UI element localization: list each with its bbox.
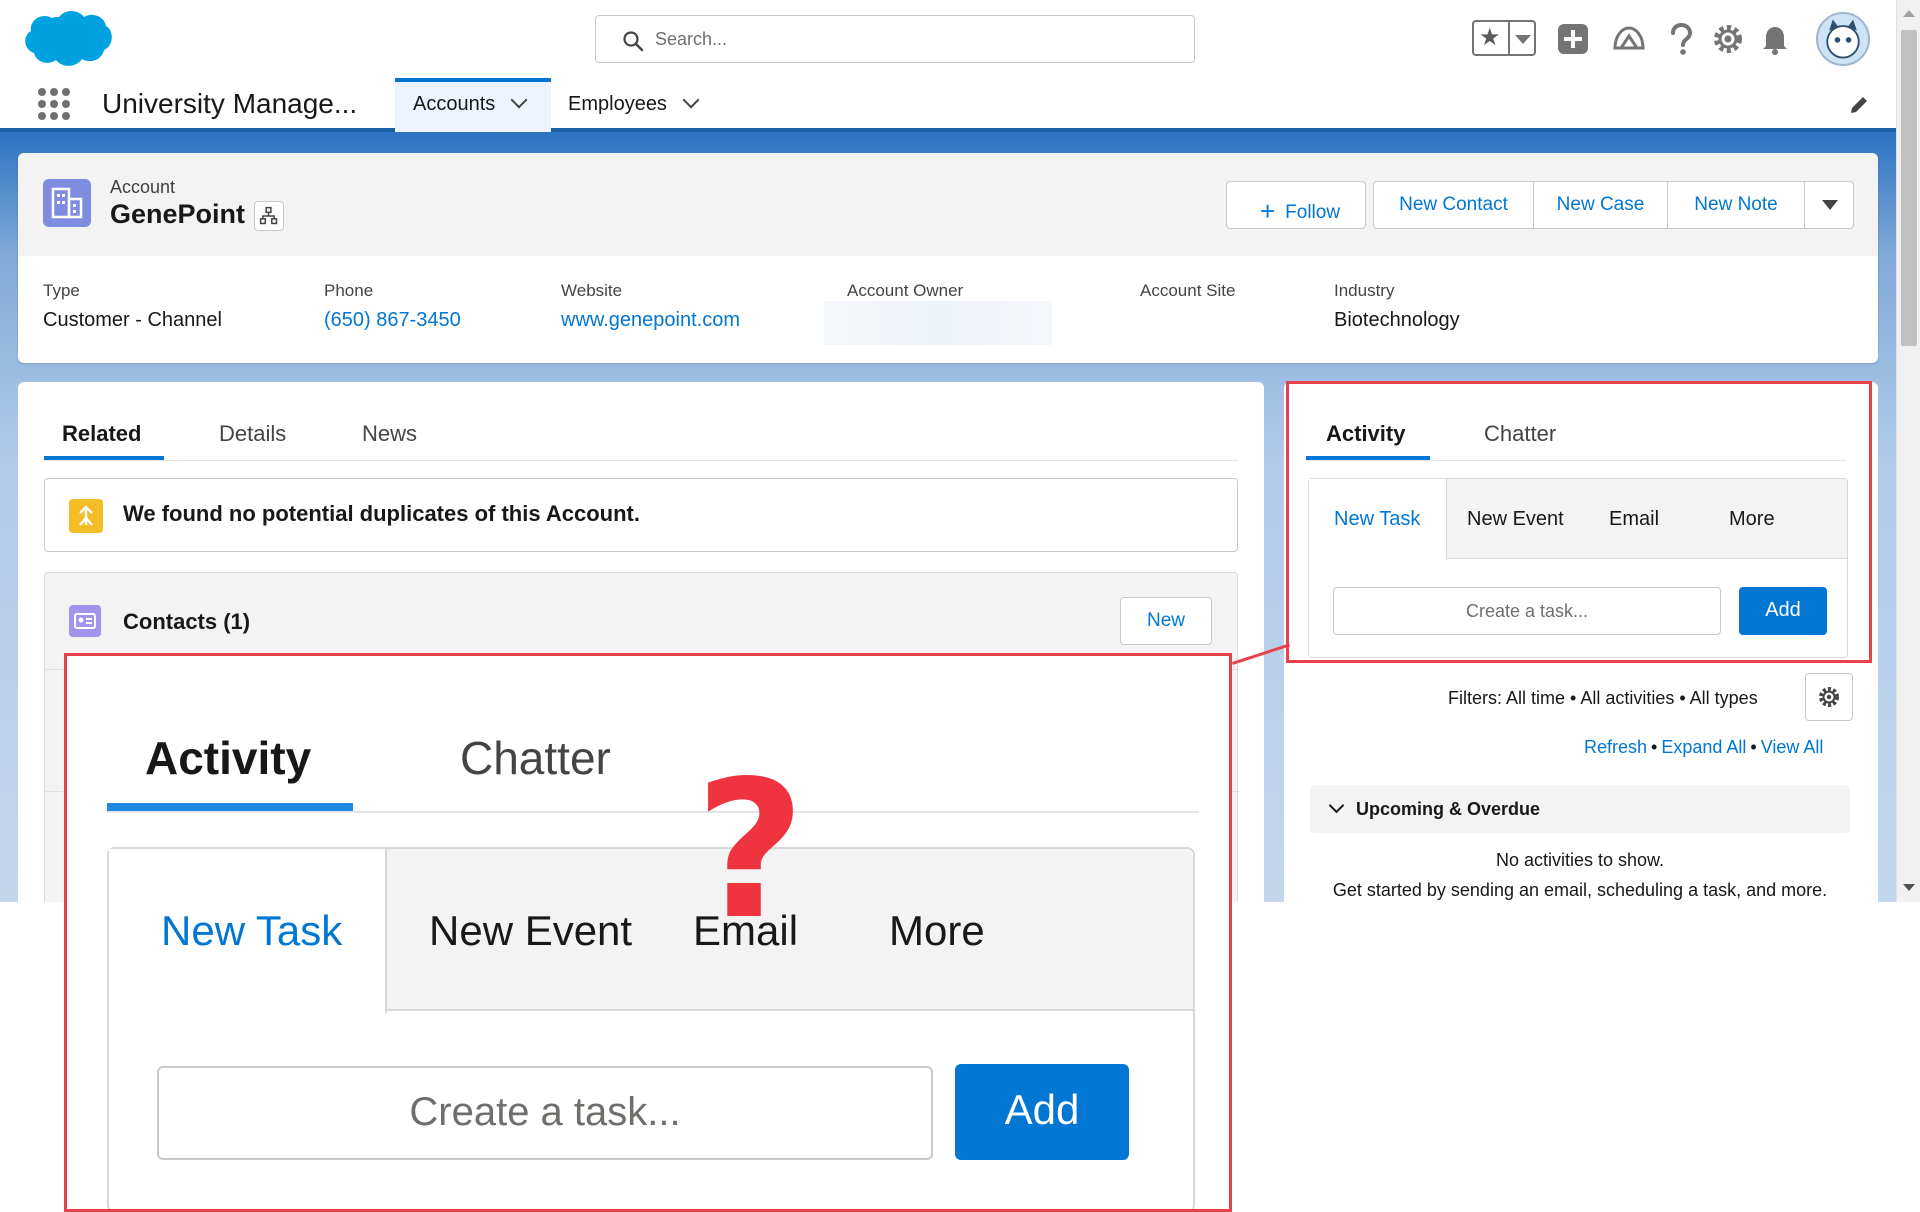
zoom-tab-activity: Activity: [145, 732, 312, 784]
page-scrollbar[interactable]: [1896, 0, 1920, 902]
new-contact-button[interactable]: New Contact: [1373, 181, 1534, 229]
new-case-button[interactable]: New Case: [1533, 181, 1668, 229]
favorites-button[interactable]: ★: [1472, 20, 1536, 56]
contact-card-icon: [69, 605, 101, 637]
gear-icon: [1819, 687, 1839, 707]
more-actions-button[interactable]: [1804, 181, 1854, 229]
record-name: GenePoint: [110, 199, 246, 229]
field-account-site-label: Account Site: [1140, 281, 1236, 300]
nav-tab-accounts-label: Accounts: [413, 93, 496, 115]
zoom-tabs-divider: [107, 811, 1199, 813]
refresh-link[interactable]: Refresh: [1584, 737, 1647, 757]
zoom-tab-chatter: Chatter: [460, 732, 611, 784]
favorites-divider: [1508, 22, 1510, 54]
field-phone: Phone (650) 867-3450: [324, 281, 461, 332]
contacts-title[interactable]: Contacts (1): [123, 609, 250, 635]
scroll-down-arrow-icon[interactable]: [1903, 884, 1915, 891]
notification-bell-icon[interactable]: [1758, 22, 1792, 56]
zoom-composer-tabs: New Task New Event Email More: [109, 849, 1193, 1013]
zoom-composer-tab-new-event: New Event: [429, 907, 633, 954]
trailhead-icon[interactable]: [1612, 22, 1646, 56]
star-icon: ★: [1479, 24, 1501, 51]
tabs-divider: [44, 460, 1238, 461]
app-launcher-icon[interactable]: [38, 88, 70, 120]
question-mark-annotation: ?: [695, 740, 806, 961]
account-owner-redacted-value: [824, 301, 1052, 345]
edit-nav-pencil-icon[interactable]: [1848, 94, 1870, 116]
no-activities-text: No activities to show.: [1495, 850, 1665, 870]
link-separator: •: [1750, 737, 1757, 757]
field-phone-label: Phone: [324, 281, 374, 300]
app-name: University Manage...: [102, 88, 358, 119]
chevron-down-icon[interactable]: [682, 91, 700, 109]
filter-settings-button[interactable]: [1805, 673, 1853, 721]
scroll-up-arrow-icon[interactable]: [1903, 10, 1915, 17]
field-website-label: Website: [561, 281, 623, 300]
activity-links: Refresh • Expand All • View All: [1584, 737, 1823, 758]
nav-tab-employees-label: Employees: [568, 93, 667, 115]
follow-button[interactable]: + Follow: [1226, 181, 1366, 229]
upcoming-overdue-title: Upcoming & Overdue: [1356, 799, 1541, 819]
duplicates-message: We found no potential duplicates of this…: [123, 501, 640, 526]
chevron-down-icon[interactable]: [510, 91, 528, 109]
hierarchy-icon: [259, 206, 278, 225]
plus-icon: +: [1259, 196, 1276, 226]
zoom-composer-tab-more: More: [889, 907, 985, 954]
favorites-caret-icon[interactable]: [1515, 35, 1531, 44]
search-icon: [623, 31, 644, 52]
app-navigation-bar: University Manage... Accounts Employees: [0, 78, 1896, 132]
zoom-composer-tab-new-task: New Task: [109, 849, 387, 1013]
setup-gear-icon[interactable]: [1711, 22, 1745, 56]
global-header: Search... ★: [0, 0, 1896, 78]
field-industry: Industry Biotechnology: [1334, 281, 1460, 332]
activity-filters-text: Filters: All time • All activities • All…: [1448, 688, 1758, 708]
field-type: Type Customer - Channel: [43, 281, 222, 332]
duplicates-card: We found no potential duplicates of this…: [44, 478, 1238, 552]
link-separator: •: [1651, 737, 1658, 757]
field-account-owner: Account Owner: [847, 281, 963, 301]
tab-details[interactable]: Details: [219, 421, 286, 447]
field-website: Website www.genepoint.com: [561, 281, 740, 332]
field-account-owner-label: Account Owner: [847, 281, 964, 300]
record-header-card: Account GenePoint + Follow New Contact Ne…: [18, 153, 1878, 363]
view-hierarchy-button[interactable]: [254, 201, 284, 231]
object-type-label: Account: [110, 177, 176, 197]
field-phone-value[interactable]: (650) 867-3450: [324, 309, 461, 332]
account-icon: [43, 179, 91, 227]
activity-highlight-box: [1286, 381, 1872, 663]
astro-avatar-icon: [1826, 19, 1860, 59]
tab-news[interactable]: News: [362, 421, 417, 447]
zoom-active-tab-indicator: [107, 803, 353, 811]
tab-related[interactable]: Related: [62, 421, 141, 447]
nav-tab-accounts[interactable]: Accounts: [395, 78, 551, 132]
global-search-input[interactable]: Search...: [595, 15, 1195, 63]
salesforce-logo-icon[interactable]: [22, 8, 112, 70]
field-website-value[interactable]: www.genepoint.com: [561, 309, 740, 332]
user-avatar[interactable]: [1816, 12, 1870, 66]
new-contact-list-button[interactable]: New: [1120, 597, 1212, 645]
view-all-link[interactable]: View All: [1761, 737, 1824, 757]
nav-tab-employees[interactable]: Employees: [551, 78, 711, 132]
activity-zoom-callout: Activity Chatter New Task New Event Emai…: [64, 653, 1232, 1212]
field-industry-value: Biotechnology: [1334, 309, 1460, 331]
follow-button-label: Follow: [1285, 202, 1341, 223]
field-industry-label: Industry: [1334, 281, 1395, 300]
upcoming-overdue-section[interactable]: Upcoming & Overdue: [1310, 785, 1850, 833]
field-type-label: Type: [43, 281, 80, 300]
field-type-value: Customer - Channel: [43, 309, 222, 331]
get-started-text: Get started by sending an email, schedul…: [1332, 880, 1828, 900]
field-account-site: Account Site: [1140, 281, 1235, 301]
caret-down-icon: [1822, 200, 1838, 210]
scrollbar-thumb[interactable]: [1901, 30, 1917, 346]
merge-duplicates-icon: [69, 499, 103, 533]
chevron-down-icon: [1328, 797, 1345, 814]
search-placeholder: Search...: [655, 29, 728, 49]
expand-all-link[interactable]: Expand All: [1661, 737, 1746, 757]
zoom-activity-composer: New Task New Event Email More Create a t…: [107, 847, 1195, 1209]
zoom-add-task-button: Add: [955, 1064, 1129, 1160]
new-note-button[interactable]: New Note: [1667, 181, 1805, 229]
help-icon[interactable]: [1664, 22, 1698, 56]
zoom-create-task-input: Create a task...: [157, 1066, 933, 1160]
add-icon[interactable]: [1556, 22, 1590, 56]
